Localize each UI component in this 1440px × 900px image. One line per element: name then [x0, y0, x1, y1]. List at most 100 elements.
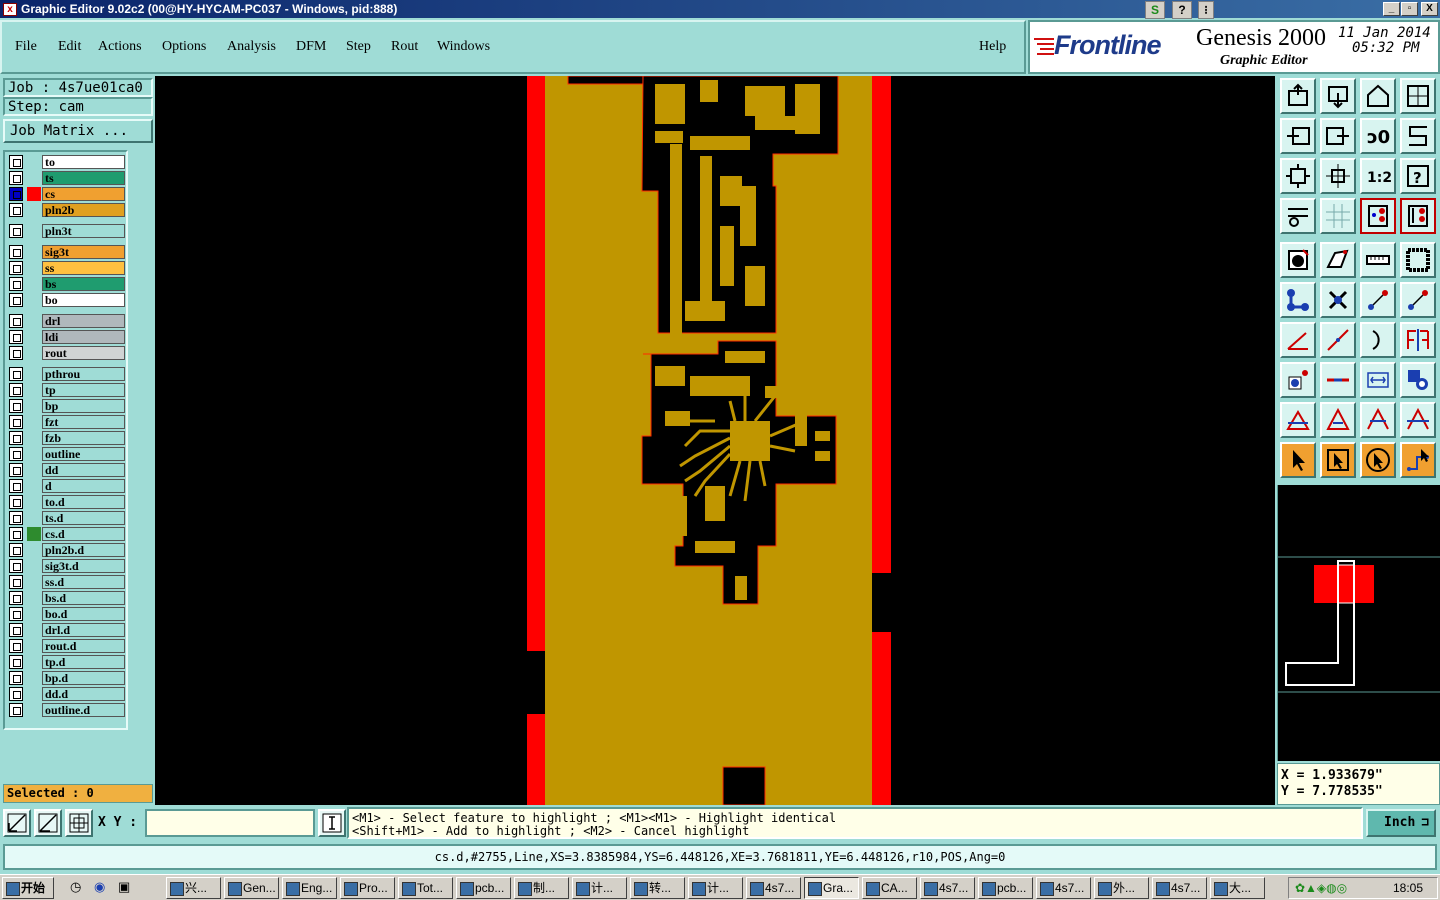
- move-line-icon[interactable]: [1360, 282, 1396, 318]
- snap-angle-icon[interactable]: [34, 809, 62, 837]
- layer-name[interactable]: sig3t: [42, 245, 125, 259]
- snap-grid-icon[interactable]: [3, 809, 31, 837]
- layer-row-d[interactable]: d: [9, 479, 125, 493]
- layer-row-pln2b[interactable]: pln2b: [9, 203, 125, 217]
- settings-sliders-icon[interactable]: [1280, 198, 1316, 234]
- select-pointer-icon[interactable]: [1280, 442, 1316, 478]
- layer-name[interactable]: dd.d: [42, 687, 125, 701]
- layer-checkbox[interactable]: [9, 575, 23, 589]
- layer-name[interactable]: pln3t: [42, 224, 125, 238]
- menu-file[interactable]: File: [15, 39, 37, 55]
- unit-selector[interactable]: Inch ⊐: [1366, 809, 1436, 837]
- layer-row-bp-d[interactable]: bp.d: [9, 671, 125, 685]
- restore-button[interactable]: ▫: [1401, 2, 1418, 16]
- layer-checkbox[interactable]: [9, 463, 23, 477]
- layer-name[interactable]: pln2b: [42, 203, 125, 217]
- layer-name[interactable]: bo: [42, 293, 125, 307]
- layer-checkbox[interactable]: [9, 447, 23, 461]
- layer-checkbox[interactable]: [9, 687, 23, 701]
- layer-checkbox[interactable]: [9, 383, 23, 397]
- layer-row-fzt[interactable]: fzt: [9, 415, 125, 429]
- menu-windows[interactable]: Windows: [437, 39, 490, 55]
- select-net-icon[interactable]: [1400, 442, 1436, 478]
- stretch-line-icon[interactable]: [1400, 282, 1436, 318]
- start-button[interactable]: 开始: [2, 877, 54, 899]
- layer-checkbox[interactable]: [9, 277, 23, 291]
- layer-name[interactable]: fzb: [42, 431, 125, 445]
- layer-name[interactable]: rout.d: [42, 639, 125, 653]
- layer-row-drl-d[interactable]: drl.d: [9, 623, 125, 637]
- layer-row-outline-d[interactable]: outline.d: [9, 703, 125, 717]
- mirror-icon[interactable]: ↄ0: [1360, 118, 1396, 154]
- xy-input[interactable]: [145, 809, 315, 837]
- ie-icon[interactable]: ◉: [94, 879, 105, 895]
- layer-row-pln3t[interactable]: pln3t: [9, 224, 125, 238]
- taskbar-item[interactable]: pcb...: [456, 877, 511, 899]
- pan-left-icon[interactable]: [1280, 118, 1316, 154]
- taskbar-item[interactable]: 大...: [1210, 877, 1265, 899]
- layer-name[interactable]: pln2b.d: [42, 543, 125, 557]
- taskbar-item[interactable]: 计...: [572, 877, 627, 899]
- layer-name[interactable]: ts: [42, 171, 125, 185]
- layer-row-tp[interactable]: tp: [9, 383, 125, 397]
- add-text-frame-icon[interactable]: [1400, 242, 1436, 278]
- triangle-delete-icon[interactable]: [1280, 402, 1316, 438]
- triangle-move-icon[interactable]: [1360, 402, 1396, 438]
- graphic-canvas[interactable]: [155, 76, 1275, 805]
- layer-row-rout-d[interactable]: rout.d: [9, 639, 125, 653]
- pan-right-icon[interactable]: [1320, 118, 1356, 154]
- layer-checkbox[interactable]: [9, 527, 23, 541]
- layer-row-bo[interactable]: bo: [9, 293, 125, 307]
- layer-name[interactable]: drl.d: [42, 623, 125, 637]
- layer-row-cs[interactable]: cs: [9, 187, 125, 201]
- layer-name[interactable]: cs.d: [42, 527, 125, 541]
- arc-icon[interactable]: [1360, 322, 1396, 358]
- taskbar-item[interactable]: pcb...: [978, 877, 1033, 899]
- add-surface-icon[interactable]: [1320, 242, 1356, 278]
- window-icon[interactable]: [1400, 78, 1436, 114]
- layer-name[interactable]: bp.d: [42, 671, 125, 685]
- taskbar-item[interactable]: Pro...: [340, 877, 395, 899]
- layer-name[interactable]: ldi: [42, 330, 125, 344]
- dimension-icon[interactable]: [1360, 362, 1396, 398]
- add-feature-icon[interactable]: [1280, 362, 1316, 398]
- layer-checkbox[interactable]: [9, 511, 23, 525]
- layer-checkbox[interactable]: [9, 203, 23, 217]
- taskbar-item[interactable]: 4s7...: [1152, 877, 1207, 899]
- layer-name[interactable]: rout: [42, 346, 125, 360]
- angle-icon[interactable]: [1280, 322, 1316, 358]
- taskbar-item[interactable]: 制...: [514, 877, 569, 899]
- layer-row-cs-d[interactable]: cs.d: [9, 527, 125, 541]
- desktop-icon[interactable]: ▣: [118, 879, 130, 895]
- menu-dfm[interactable]: DFM: [296, 39, 326, 55]
- grid-icon[interactable]: [1320, 198, 1356, 234]
- layer-checkbox[interactable]: [9, 495, 23, 509]
- layer-row-sig3t[interactable]: sig3t: [9, 245, 125, 259]
- taskbar-item[interactable]: Gra...: [804, 877, 859, 899]
- layer-checkbox[interactable]: [9, 703, 23, 717]
- scale-ratio-icon[interactable]: 1:2: [1360, 158, 1396, 194]
- split-line-icon[interactable]: [1320, 362, 1356, 398]
- layer-row-ss-d[interactable]: ss.d: [9, 575, 125, 589]
- layer-checkbox[interactable]: [9, 245, 23, 259]
- layer-checkbox[interactable]: [9, 314, 23, 328]
- pan-down-icon[interactable]: [1320, 78, 1356, 114]
- layer-checkbox[interactable]: [9, 623, 23, 637]
- layer-row-dd-d[interactable]: dd.d: [9, 687, 125, 701]
- layer-checkbox[interactable]: [9, 639, 23, 653]
- layer-row-fzb[interactable]: fzb: [9, 431, 125, 445]
- text-cursor-icon[interactable]: [318, 809, 346, 837]
- sogou-icon[interactable]: S: [1145, 1, 1165, 19]
- layer-checkbox[interactable]: [9, 293, 23, 307]
- layer-checkbox[interactable]: [9, 346, 23, 360]
- layer-row-ldi[interactable]: ldi: [9, 330, 125, 344]
- layer-name[interactable]: outline.d: [42, 703, 125, 717]
- taskbar-item[interactable]: 兴...: [166, 877, 221, 899]
- fit-screen-icon[interactable]: [1280, 158, 1316, 194]
- layer-name[interactable]: fzt: [42, 415, 125, 429]
- layer-checkbox[interactable]: [9, 155, 23, 169]
- taskbar-item[interactable]: 4s7...: [746, 877, 801, 899]
- taskbar-item[interactable]: 外...: [1094, 877, 1149, 899]
- layer-checkbox[interactable]: [9, 261, 23, 275]
- menu-analysis[interactable]: Analysis: [227, 39, 276, 55]
